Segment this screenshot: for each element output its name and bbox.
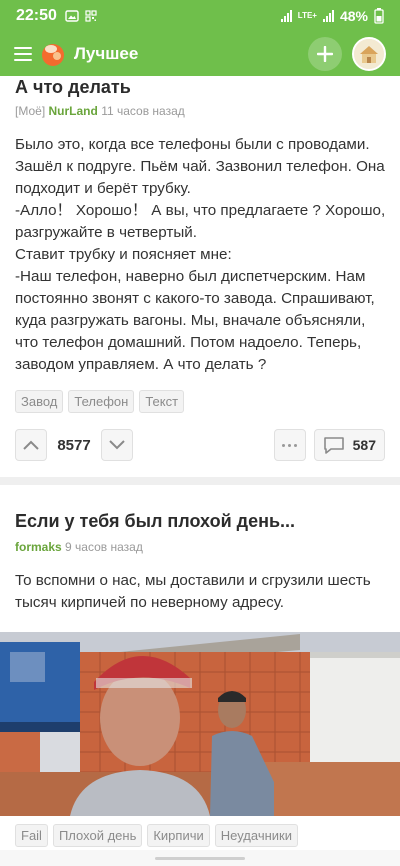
feed: А что делать [Моё] NurLand 11 часов наза… bbox=[0, 76, 400, 847]
nav-handle[interactable] bbox=[155, 856, 245, 860]
gallery-icon bbox=[65, 10, 79, 22]
post-text-line: что телефон домашний. Потом надоело. Теп… bbox=[15, 334, 362, 351]
downvote-button[interactable] bbox=[101, 429, 133, 461]
add-post-button[interactable] bbox=[308, 37, 342, 71]
post-card: Если у тебя был плохой день... formaks 9… bbox=[0, 511, 400, 614]
post-time: 11 часов назад bbox=[101, 104, 185, 118]
post-text-line: подходит и берёт трубку. bbox=[15, 180, 191, 197]
chevron-down-icon bbox=[109, 440, 125, 450]
system-nav-bar bbox=[0, 850, 400, 866]
app-bar: Лучшее bbox=[0, 32, 400, 76]
plus-icon bbox=[317, 46, 333, 62]
post-text-line: -Алло！ Хорошо！ А вы, что предлагаете ? Х… bbox=[15, 202, 386, 219]
tag-list: Завод Телефон Текст bbox=[15, 390, 385, 413]
comments-count: 587 bbox=[352, 437, 376, 453]
comment-icon bbox=[323, 437, 344, 454]
tag-chip[interactable]: Текст bbox=[139, 390, 185, 413]
post-text-line: Зашёл к подруге. Пьём чай. Зазвонил теле… bbox=[15, 158, 385, 175]
post-card: А что делать [Моё] NurLand 11 часов наза… bbox=[0, 76, 400, 461]
post-meta: formaks 9 часов назад bbox=[15, 540, 385, 554]
author-link[interactable]: formaks bbox=[15, 540, 62, 554]
more-dots-icon bbox=[282, 443, 286, 447]
app-title: Лучшее bbox=[74, 44, 139, 63]
signal-icon-1 bbox=[280, 10, 292, 22]
tag-chip[interactable]: Завод bbox=[15, 390, 64, 413]
post-image[interactable] bbox=[0, 632, 400, 816]
tag-chip[interactable]: Fail bbox=[15, 824, 48, 847]
comments-button[interactable]: 587 bbox=[313, 429, 385, 461]
post-time: 9 часов назад bbox=[65, 540, 143, 554]
tag-chip[interactable]: Неудачники bbox=[214, 824, 298, 847]
tag-chip[interactable]: Телефон bbox=[68, 390, 135, 413]
menu-icon[interactable] bbox=[14, 47, 32, 61]
pikabu-logo bbox=[42, 44, 64, 66]
upvote-button[interactable] bbox=[15, 429, 47, 461]
post-title[interactable]: Если у тебя был плохой день... bbox=[15, 511, 385, 532]
post-text-line: Было это, когда все телефоны были с пров… bbox=[15, 136, 370, 153]
post-text-line: разгружайте в четвертый. bbox=[15, 224, 197, 241]
network-type: LTE+ bbox=[297, 11, 317, 20]
post-text-line: Ставит трубку и поясняет мне: bbox=[15, 246, 232, 263]
battery-level: 48% bbox=[339, 8, 368, 24]
community-label: [Моё] bbox=[15, 104, 46, 118]
notification-icons bbox=[65, 10, 97, 22]
signal-icon-2 bbox=[322, 10, 334, 22]
post-text-line: То вспомни о нас, мы доставили и сгрузил… bbox=[15, 572, 371, 589]
post-body: То вспомни о нас, мы доставили и сгрузил… bbox=[15, 570, 385, 614]
chevron-up-icon bbox=[23, 440, 39, 450]
post-actions: 8577 587 bbox=[15, 429, 385, 461]
post-body: Было это, когда все телефоны были с пров… bbox=[15, 134, 385, 376]
post-footer: Fail Плохой день Кирпичи Неудачники bbox=[0, 824, 400, 847]
post-divider bbox=[0, 477, 400, 485]
post-title[interactable]: А что делать bbox=[15, 76, 385, 98]
qr-icon bbox=[85, 10, 97, 22]
tag-list: Fail Плохой день Кирпичи Неудачники bbox=[15, 824, 385, 847]
post-text-line: -Наш телефон, наверно был диспетчерским.… bbox=[15, 268, 366, 285]
post-rating: 8577 bbox=[57, 436, 91, 454]
post-text-line: заводом управляем. А что делать ? bbox=[15, 356, 267, 373]
author-link[interactable]: NurLand bbox=[49, 104, 98, 118]
tag-chip[interactable]: Плохой день bbox=[52, 824, 143, 847]
post-text-line: постоянно звонят с какого-то завода. Спр… bbox=[15, 290, 375, 307]
post-text-line: тысяч кирпичей по неверному адресу. bbox=[15, 594, 285, 611]
post-meta: [Моё] NurLand 11 часов назад bbox=[15, 104, 385, 118]
more-options-button[interactable] bbox=[273, 429, 306, 461]
status-time: 22:50 bbox=[16, 7, 57, 24]
user-avatar[interactable] bbox=[352, 37, 386, 71]
post-text-line: куда разгружать вагоны. Мы, вначале объя… bbox=[15, 312, 366, 329]
tag-chip[interactable]: Кирпичи bbox=[147, 824, 210, 847]
battery-icon bbox=[374, 8, 384, 24]
status-bar: 22:50 LTE+ 48% bbox=[0, 0, 400, 32]
